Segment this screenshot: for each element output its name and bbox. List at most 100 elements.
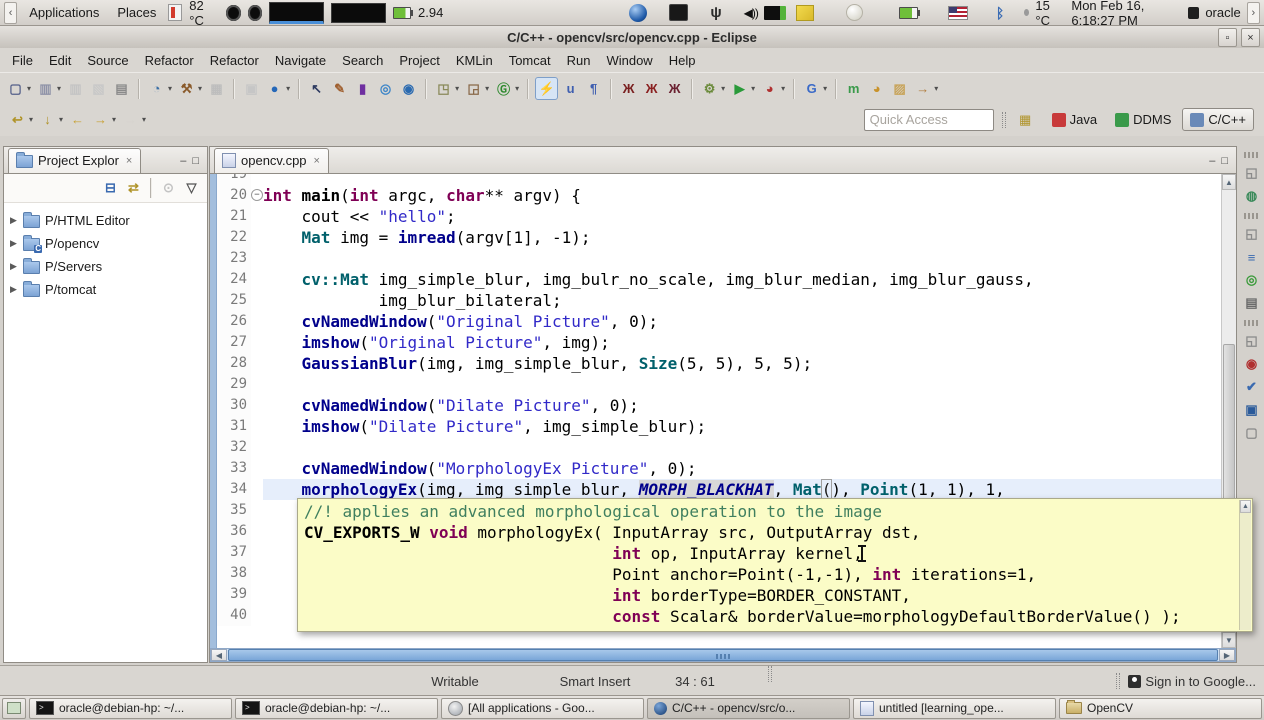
focus-icon[interactable]: ⊙ — [158, 178, 179, 199]
save-icon-dropdown[interactable]: ▾ — [57, 84, 61, 93]
line-number[interactable]: 27 — [217, 332, 251, 353]
debug-history-icon-dropdown[interactable]: ▾ — [485, 84, 489, 93]
scroll-down-arrow[interactable]: ▼ — [1222, 632, 1236, 648]
menu-project[interactable]: Project — [391, 50, 447, 71]
app-window-tray-icon[interactable] — [669, 4, 689, 21]
screen-capture-tray-icon[interactable] — [763, 5, 786, 20]
tasks-view-icon[interactable]: ✔ — [1242, 377, 1262, 397]
line-number[interactable]: 28 — [217, 353, 251, 374]
run-history-icon-dropdown[interactable]: ▾ — [455, 84, 459, 93]
editor-minimize-icon[interactable]: – — [1209, 155, 1215, 167]
next-annotation-icon-dropdown[interactable]: ▾ — [59, 115, 63, 124]
taskbar-button-terminal[interactable]: > oracle@debian-hp: ~/... — [235, 697, 438, 719]
perspective-java[interactable]: Java — [1045, 109, 1104, 130]
quick-access-input[interactable] — [863, 108, 994, 131]
line-number[interactable]: 34 — [217, 479, 251, 500]
annotation-ruler[interactable] — [210, 174, 217, 648]
line-number[interactable]: 30 — [217, 395, 251, 416]
android-tool-icon-2[interactable]: Ж — [641, 78, 662, 99]
menu-help[interactable]: Help — [661, 50, 704, 71]
problems-view-icon[interactable]: ◉ — [1242, 354, 1262, 374]
line-number[interactable]: 36 — [217, 521, 251, 542]
applications-menu[interactable]: Applications — [23, 3, 105, 22]
explorer-tree[interactable]: ▶ P/HTML Editor ▶ C P/opencv ▶ P/Servers ▶ P/tom… — [4, 203, 207, 301]
expand-arrow-icon[interactable]: ▶ — [10, 284, 18, 295]
build-icon-dropdown[interactable]: ▾ — [198, 84, 202, 93]
google-signin-button[interactable]: Sign in to Google... — [1076, 666, 1256, 696]
profile-icon-dropdown[interactable]: ▾ — [781, 84, 785, 93]
show-whitespace-icon[interactable]: ¶ — [583, 78, 604, 99]
gauge-icon-1[interactable] — [226, 4, 241, 21]
new-wizard-icon[interactable]: ▢ — [5, 78, 26, 99]
run-icon[interactable]: ▶ — [729, 78, 750, 99]
scroll-right-arrow[interactable]: ▶ — [1219, 649, 1235, 661]
snippets-view-icon[interactable]: ◍ — [1242, 186, 1262, 206]
menu-source[interactable]: Source — [79, 50, 136, 71]
line-number[interactable]: 23 — [217, 248, 251, 269]
open-perspective-icon[interactable]: ▦ — [1015, 109, 1036, 130]
save-all-icon[interactable]: ▥ — [65, 78, 86, 99]
make-target-view-icon[interactable]: ◎ — [1242, 270, 1262, 290]
revert-icon[interactable]: ▧ — [88, 78, 109, 99]
mark-occurrences-icon[interactable]: ⚡ — [535, 77, 559, 100]
panel-collapse-left-button[interactable]: ‹ — [4, 1, 18, 24]
horizontal-scrollbar[interactable]: ◀ ▶ — [210, 648, 1236, 662]
line-number[interactable]: 22 — [217, 227, 251, 248]
line-number[interactable]: 20 — [217, 185, 251, 206]
horizontal-scroll-thumb[interactable] — [228, 649, 1218, 661]
debug-icon-dropdown[interactable]: ▾ — [286, 84, 290, 93]
menu-window[interactable]: Window — [598, 50, 660, 71]
tooltip-scrollbar[interactable]: ▲ — [1239, 500, 1251, 630]
perspective-cpp[interactable]: C/C++ — [1182, 108, 1254, 131]
line-number[interactable]: 25 — [217, 290, 251, 311]
microphone-icon[interactable]: ψ — [710, 4, 721, 21]
coverage-icon-dropdown[interactable]: ▾ — [515, 84, 519, 93]
google-services-icon[interactable]: G — [801, 78, 822, 99]
user-label[interactable]: oracle — [1205, 5, 1240, 20]
new-console-icon[interactable]: ▣ — [241, 78, 262, 99]
line-number[interactable]: 39 — [217, 584, 251, 605]
menu-edit[interactable]: Edit — [41, 50, 79, 71]
menu-refactor[interactable]: Refactor — [202, 50, 267, 71]
explorer-minimize-icon[interactable]: – — [180, 155, 186, 167]
menu-file[interactable]: File — [4, 50, 41, 71]
forward-icon[interactable]: → — [90, 109, 111, 130]
battery-tray-icon[interactable] — [898, 6, 920, 19]
line-number[interactable]: 40 — [217, 605, 251, 626]
underline-icon[interactable]: u — [560, 78, 581, 99]
tree-item-p-html-editor[interactable]: ▶ P/HTML Editor — [4, 209, 207, 232]
profile-icon[interactable]: ◕ — [759, 78, 780, 99]
properties2-view-icon[interactable]: ▢ — [1242, 423, 1262, 443]
window-titlebar[interactable]: C/C++ - opencv/src/opencv.cpp - Eclipse … — [0, 26, 1264, 49]
taskbar-button-gedit[interactable]: untitled [learning_ope... — [853, 697, 1056, 719]
open-type-icon[interactable]: ▨ — [889, 78, 910, 99]
show-desktop-button[interactable] — [2, 697, 26, 719]
maximize-button[interactable]: ▫ — [1218, 28, 1237, 47]
forward-disabled-icon[interactable]: → — [120, 109, 141, 130]
us-flag-keyboard-icon[interactable] — [947, 5, 968, 20]
pie-chart-icon[interactable]: ◕ — [866, 78, 887, 99]
line-number[interactable]: 29 — [217, 374, 251, 395]
search-ref-icon-dropdown[interactable]: ▾ — [934, 84, 938, 93]
debug-history-icon[interactable]: ◲ — [463, 78, 484, 99]
search-ref-icon[interactable]: → — [912, 78, 933, 99]
thermometer-icon[interactable] — [168, 4, 183, 21]
properties-view-icon[interactable]: ▤ — [1242, 293, 1262, 313]
menu-run[interactable]: Run — [559, 50, 599, 71]
restore-view-icon-2[interactable]: ◱ — [1242, 224, 1262, 244]
android-tool-icon-1[interactable]: Ж — [618, 78, 639, 99]
android-tool-icon-3[interactable]: Ж — [664, 78, 685, 99]
line-number[interactable]: 24 — [217, 269, 251, 290]
line-number[interactable]: 19 — [217, 174, 251, 185]
external-tools-icon[interactable]: ⚙ — [699, 78, 720, 99]
line-number[interactable]: 31 — [217, 416, 251, 437]
new-wizard-icon-dropdown[interactable]: ▾ — [27, 84, 31, 93]
expand-arrow-icon[interactable]: ▶ — [10, 215, 18, 226]
forward-icon-dropdown[interactable]: ▾ — [112, 115, 116, 124]
status-tray-icon[interactable] — [845, 4, 863, 21]
last-edit-location-icon[interactable]: ↩ — [7, 109, 28, 130]
ring-icon[interactable]: ◎ — [375, 78, 396, 99]
build-config-icon[interactable]: ◔ — [146, 78, 167, 99]
scroll-left-arrow[interactable]: ◀ — [211, 649, 227, 661]
chat-icon[interactable] — [1188, 6, 1200, 19]
